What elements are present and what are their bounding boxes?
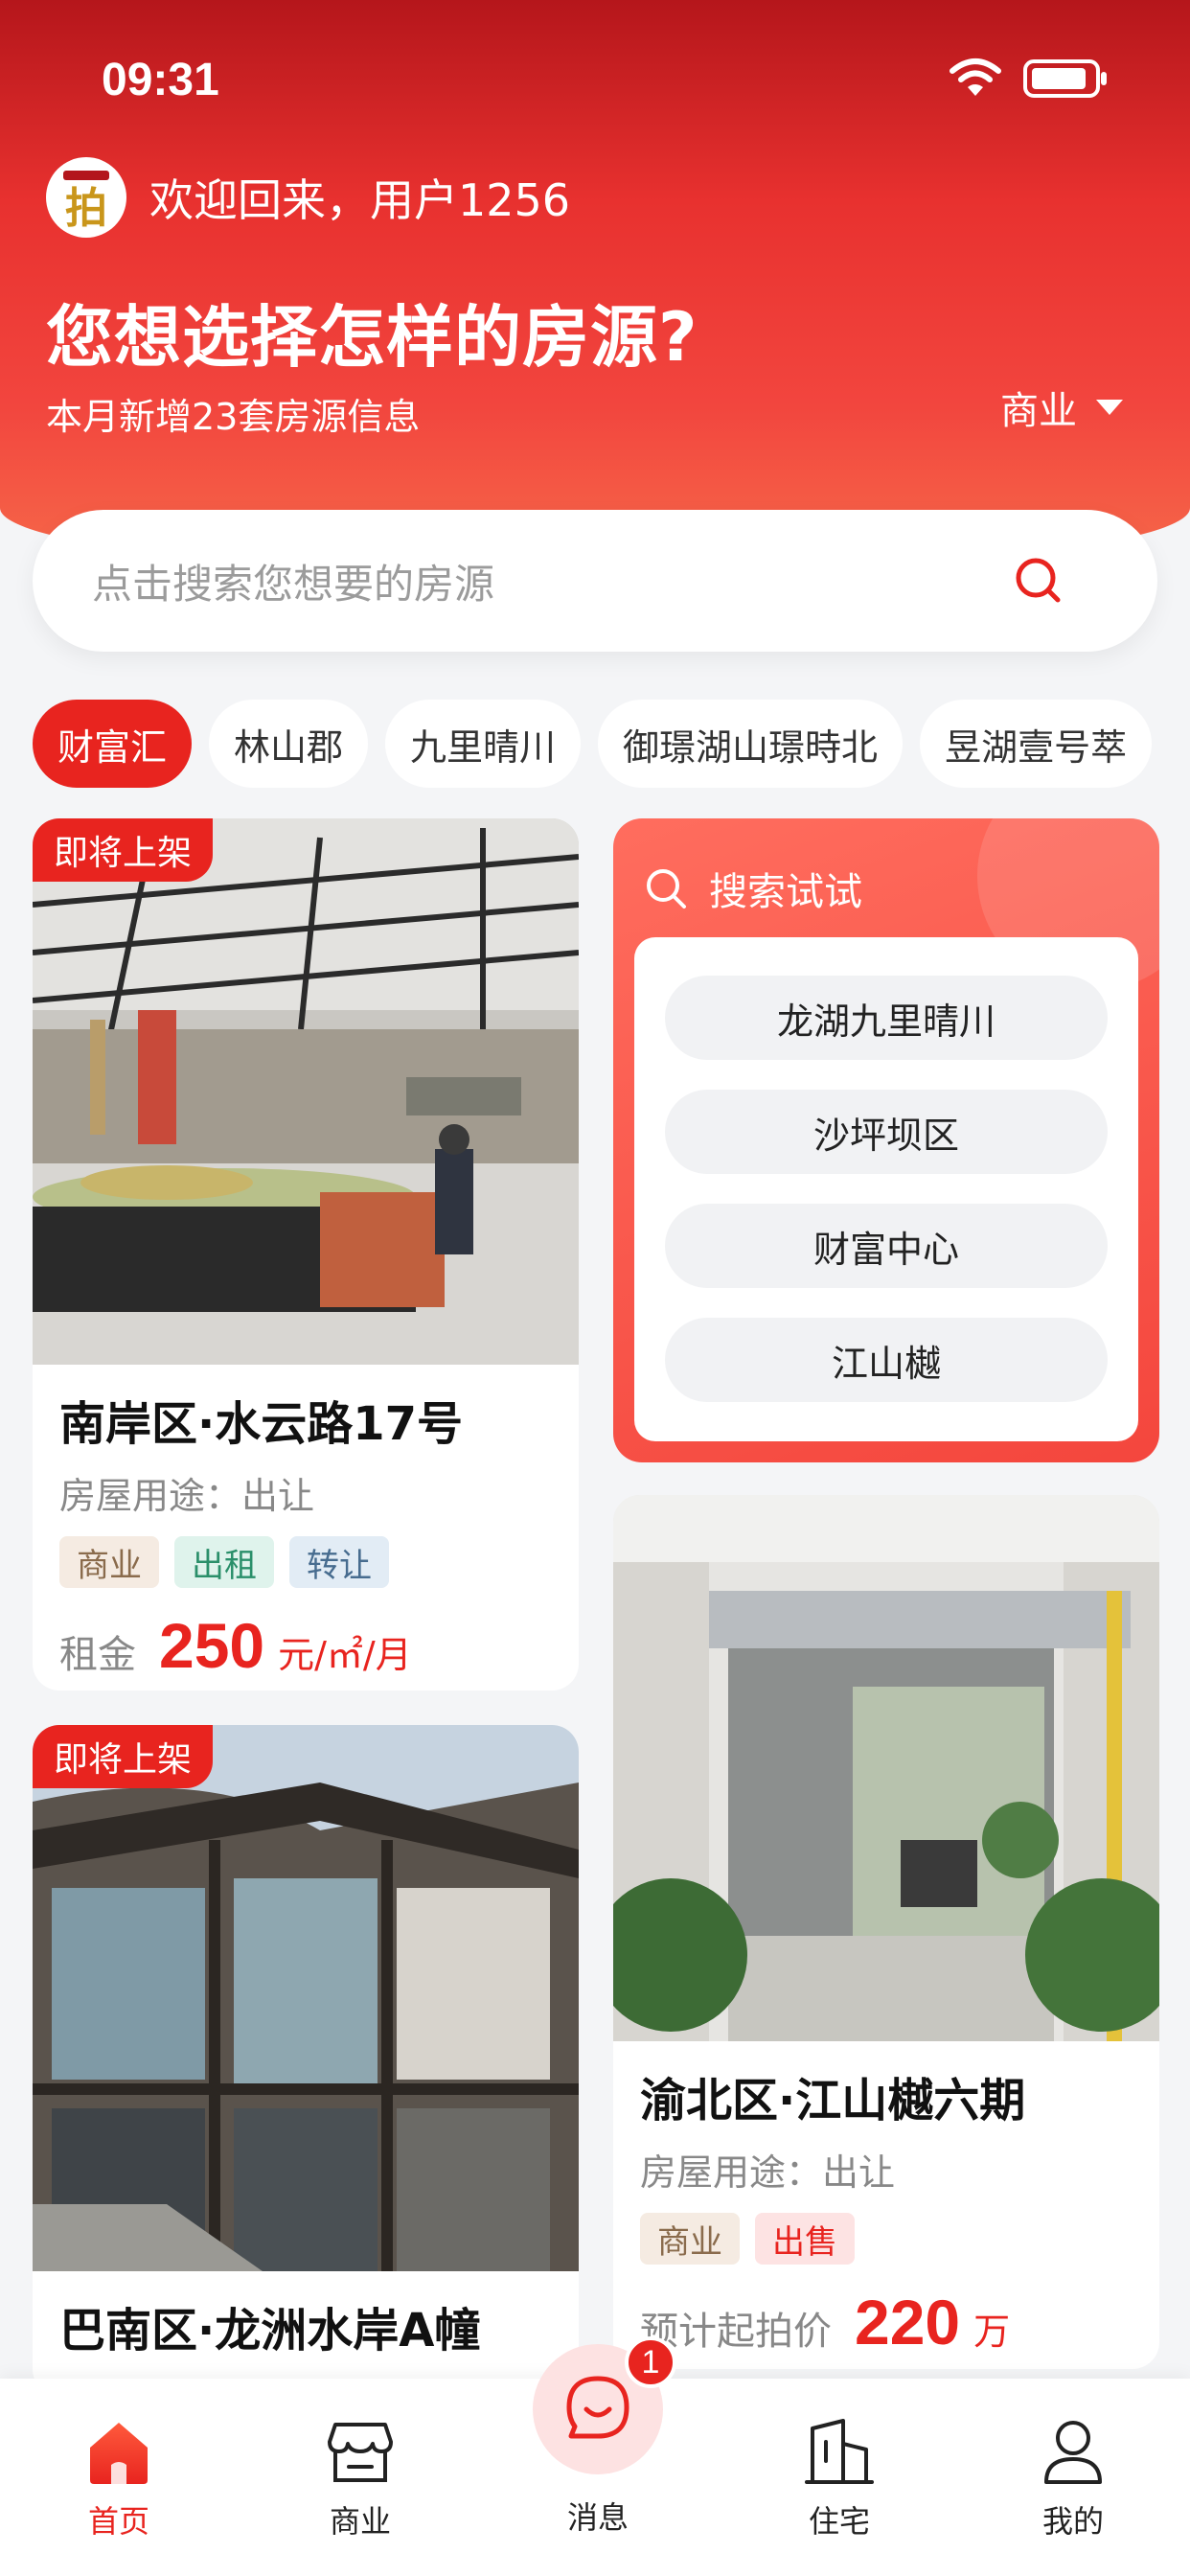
nav-home-label: 首页 bbox=[87, 2503, 149, 2540]
nav-residential[interactable]: 住宅 bbox=[763, 2415, 916, 2542]
message-count-badge: 1 bbox=[625, 2336, 676, 2388]
price-unit: 元/㎡/月 bbox=[278, 1634, 412, 1676]
suggestion-item[interactable]: 龙湖九里晴川 bbox=[665, 976, 1108, 1060]
nav-business-label: 商业 bbox=[329, 2503, 391, 2540]
tag-transfer: 转让 bbox=[289, 1536, 389, 1588]
tag-business: 商业 bbox=[59, 1536, 159, 1588]
try-search-list: 龙湖九里晴川 沙坪坝区 财富中心 江山樾 bbox=[634, 937, 1138, 1441]
tag-rent: 出租 bbox=[174, 1536, 274, 1588]
property-photo-building: 即将上架 bbox=[33, 1725, 579, 2271]
location-chips: 财富汇 林山郡 九里晴川 御璟湖山璟時北 昱湖壹号萃 bbox=[33, 700, 1153, 788]
chip-item[interactable]: 昱湖壹号萃 bbox=[920, 700, 1153, 788]
search-input[interactable]: 点击搜索您想要的房源 bbox=[33, 510, 1157, 652]
nav-mine-label: 我的 bbox=[1041, 2503, 1104, 2540]
category-select-label: 商业 bbox=[1000, 389, 1077, 433]
property-card[interactable]: 即将上架 巴南区·龙洲水岸A幢 bbox=[33, 1725, 579, 2396]
suggestion-item[interactable]: 沙坪坝区 bbox=[665, 1090, 1108, 1174]
property-title: 巴南区·龙洲水岸A幢 bbox=[59, 2304, 481, 2358]
property-tags: 商业 出售 bbox=[613, 2196, 1159, 2265]
price-row: 租金 250 元/㎡/月 bbox=[33, 1588, 579, 1682]
price-row: 预计起拍价 220 万 bbox=[613, 2265, 1159, 2358]
property-photo-office bbox=[613, 1495, 1159, 2041]
avatar-char: 拍 bbox=[65, 184, 107, 233]
category-select[interactable]: 商业 bbox=[1000, 383, 1123, 433]
welcome-text: 欢迎回来，用户1256 bbox=[149, 174, 571, 226]
suggestion-item[interactable]: 财富中心 bbox=[665, 1204, 1108, 1288]
nav-residential-label: 住宅 bbox=[808, 2503, 870, 2540]
supermarket-image bbox=[33, 818, 579, 1365]
property-usage: 房屋用途：出让 bbox=[59, 1475, 315, 1517]
tag-business: 商业 bbox=[640, 2213, 740, 2265]
try-search-title: 搜索试试 bbox=[709, 870, 862, 914]
status-time: 09:31 bbox=[102, 55, 219, 105]
chip-item[interactable]: 御璟湖山璟時北 bbox=[598, 700, 904, 788]
avatar[interactable]: 拍 bbox=[46, 157, 126, 238]
property-tags: 商业 出租 转让 bbox=[33, 1519, 579, 1588]
chip-item[interactable]: 九里晴川 bbox=[385, 700, 582, 788]
home-icon bbox=[90, 2423, 148, 2484]
suggestion-item[interactable]: 江山樾 bbox=[665, 1318, 1108, 1402]
building-image bbox=[33, 1725, 579, 2271]
user-icon bbox=[1044, 2421, 1102, 2484]
tag-sale: 出售 bbox=[755, 2213, 855, 2265]
property-title: 南岸区·水云路17号 bbox=[59, 1397, 464, 1451]
price-label: 租金 bbox=[59, 1633, 136, 1677]
search-icon[interactable] bbox=[1012, 554, 1065, 608]
property-photo-supermarket: 即将上架 bbox=[33, 818, 579, 1365]
chip-item[interactable]: 林山郡 bbox=[209, 700, 369, 788]
property-usage: 房屋用途：出让 bbox=[640, 2151, 896, 2194]
property-card[interactable]: 即将上架 南岸区·水云路17号 房屋用途：出让 商业 出租 转让 租金 250 … bbox=[33, 818, 579, 1690]
wifi-icon bbox=[950, 58, 1001, 96]
price-value: 220 bbox=[855, 2287, 961, 2358]
new-listings-subline: 本月新增23套房源信息 bbox=[46, 396, 421, 438]
upcoming-badge: 即将上架 bbox=[33, 1725, 214, 1788]
search-placeholder: 点击搜索您想要的房源 bbox=[92, 560, 495, 608]
price-value: 250 bbox=[159, 1610, 265, 1681]
status-bar: 09:31 bbox=[0, 0, 1190, 163]
nav-message-label: 消息 bbox=[566, 2499, 629, 2536]
price-unit: 万 bbox=[973, 2311, 1011, 2353]
office-entrance-image bbox=[613, 1495, 1159, 2041]
upcoming-badge: 即将上架 bbox=[33, 818, 214, 882]
property-card[interactable]: 渝北区·江山樾六期 房屋用途：出让 商业 出售 预计起拍价 220 万 bbox=[613, 1495, 1159, 2369]
chat-bubble-icon bbox=[566, 2376, 629, 2439]
search-icon bbox=[647, 869, 686, 908]
try-search-card: 搜索试试 龙湖九里晴川 沙坪坝区 财富中心 江山樾 bbox=[613, 818, 1159, 1462]
chip-item[interactable]: 财富汇 bbox=[33, 700, 193, 788]
avatar-roof-icon bbox=[63, 171, 109, 180]
page-headline: 您想选择怎样的房源? bbox=[46, 298, 698, 377]
battery-icon bbox=[1023, 59, 1107, 98]
nav-mine[interactable]: 我的 bbox=[996, 2415, 1150, 2542]
storefront-icon bbox=[328, 2423, 393, 2482]
building-icon bbox=[805, 2419, 874, 2484]
property-title: 渝北区·江山樾六期 bbox=[640, 2074, 1026, 2128]
nav-business[interactable]: 商业 bbox=[284, 2415, 437, 2542]
try-search-header: 搜索试试 bbox=[642, 861, 862, 916]
caret-down-icon bbox=[1096, 400, 1123, 415]
welcome-row: 拍 欢迎回来，用户1256 bbox=[46, 157, 570, 238]
nav-home[interactable]: 首页 bbox=[42, 2415, 195, 2542]
